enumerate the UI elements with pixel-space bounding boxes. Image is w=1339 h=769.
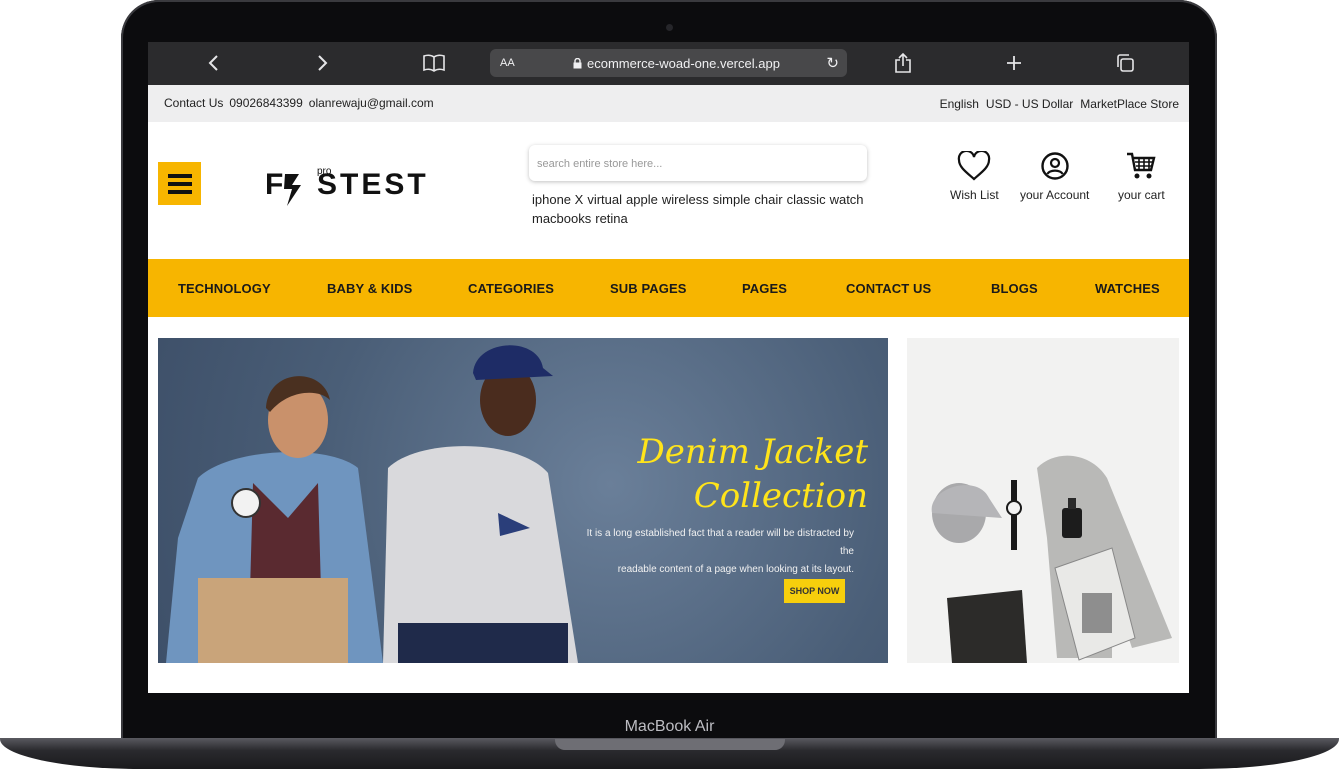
bookmarks-icon[interactable]	[419, 50, 449, 76]
browser-toolbar: AA ecommerce-woad-one.vercel.app ↻	[148, 42, 1189, 85]
text-size-button[interactable]: AA	[500, 57, 515, 69]
search-tag[interactable]: wireless	[662, 190, 709, 209]
phone-number[interactable]: 09026843399	[229, 96, 302, 110]
wishlist-label: Wish List	[950, 188, 999, 202]
language-selector[interactable]: English	[940, 97, 979, 111]
laptop-base-notch	[555, 739, 785, 750]
marketplace-link[interactable]: MarketPlace Store	[1080, 97, 1179, 111]
hero-description: It is a long established fact that a rea…	[578, 525, 854, 579]
main-nav: TECHNOLOGY BABY & KIDS CATEGORIES SUB PA…	[148, 259, 1189, 317]
screen: AA ecommerce-woad-one.vercel.app ↻ Conta…	[148, 42, 1189, 693]
nav-item-baby-kids[interactable]: BABY & KIDS	[327, 281, 412, 296]
nav-item-blogs[interactable]: BLOGS	[991, 281, 1038, 296]
search-tag[interactable]: macbooks	[532, 209, 591, 228]
svg-text:STEST: STEST	[317, 168, 429, 201]
shop-now-button[interactable]: SHOP NOW	[784, 579, 845, 603]
share-icon[interactable]	[888, 50, 918, 76]
email-address[interactable]: olanrewaju@gmail.com	[309, 96, 434, 110]
heart-icon	[958, 151, 991, 181]
hero-text-line: It is a long established fact that a rea…	[586, 528, 854, 557]
reload-icon[interactable]: ↻	[826, 54, 839, 72]
back-icon[interactable]	[198, 50, 228, 76]
forward-icon[interactable]	[308, 50, 338, 76]
tabs-icon[interactable]	[1110, 50, 1140, 76]
nav-item-pages[interactable]: PAGES	[742, 281, 787, 296]
search-tag[interactable]: apple	[626, 190, 658, 209]
cart-link[interactable]: your cart	[1118, 151, 1165, 202]
search-input[interactable]	[529, 145, 859, 183]
site-logo[interactable]: F pro STEST	[265, 162, 465, 208]
new-tab-icon[interactable]	[999, 50, 1029, 76]
search-tag[interactable]: classic	[787, 190, 826, 209]
hero-title-line: Denim Jacket	[637, 432, 868, 472]
top-info-bar: Contact Us 09026843399 olanrewaju@gmail.…	[148, 85, 1189, 122]
search-tag[interactable]: watch	[830, 190, 864, 209]
user-icon	[1040, 152, 1069, 180]
lock-icon	[573, 57, 582, 68]
svg-text:F: F	[265, 168, 285, 201]
nav-item-technology[interactable]: TECHNOLOGY	[178, 281, 271, 296]
account-label: your Account	[1020, 188, 1090, 202]
lightning-icon	[284, 174, 301, 206]
url-text: ecommerce-woad-one.vercel.app	[587, 55, 780, 71]
hamburger-line	[167, 189, 192, 194]
menu-button[interactable]	[158, 162, 201, 205]
popular-search-tags: iphone X virtual apple wireless simple c…	[532, 190, 877, 228]
hamburger-line	[167, 181, 192, 186]
site-header: F pro STEST iphone X virtual apple wirel…	[148, 122, 1189, 259]
cart-icon	[1127, 152, 1156, 179]
side-promo-banner[interactable]	[907, 338, 1179, 663]
search-tag[interactable]: chair	[754, 190, 782, 209]
search-tag[interactable]: virtual	[587, 190, 622, 209]
hero-models-image	[166, 345, 578, 663]
flatlay-products-image	[931, 455, 1172, 663]
hero-banner[interactable]: Denim Jacket Collection It is a long est…	[158, 338, 888, 663]
nav-item-categories[interactable]: CATEGORIES	[468, 281, 554, 296]
camera	[666, 24, 673, 31]
account-link[interactable]: your Account	[1020, 151, 1089, 202]
nav-item-contact-us[interactable]: CONTACT US	[846, 281, 931, 296]
cart-label: your cart	[1118, 188, 1165, 202]
hero-text-line: readable content of a page when looking …	[617, 564, 854, 575]
search-tag[interactable]: simple	[713, 190, 751, 209]
model-label: MacBook Air	[624, 718, 715, 735]
contact-label[interactable]: Contact Us	[164, 96, 223, 110]
hero-title: Denim Jacket Collection	[598, 430, 868, 518]
search-tag[interactable]: retina	[595, 209, 628, 228]
currency-selector[interactable]: USD - US Dollar	[986, 97, 1073, 111]
search-tag[interactable]: iphone X	[532, 190, 583, 209]
hero-title-line: Collection	[693, 476, 868, 516]
hamburger-line	[167, 173, 192, 178]
nav-item-watches[interactable]: WATCHES	[1095, 281, 1160, 296]
search-box[interactable]	[529, 145, 867, 183]
wishlist-link[interactable]: Wish List	[950, 151, 999, 202]
address-bar[interactable]: AA ecommerce-woad-one.vercel.app ↻	[490, 49, 847, 77]
nav-item-sub-pages[interactable]: SUB PAGES	[610, 281, 687, 296]
